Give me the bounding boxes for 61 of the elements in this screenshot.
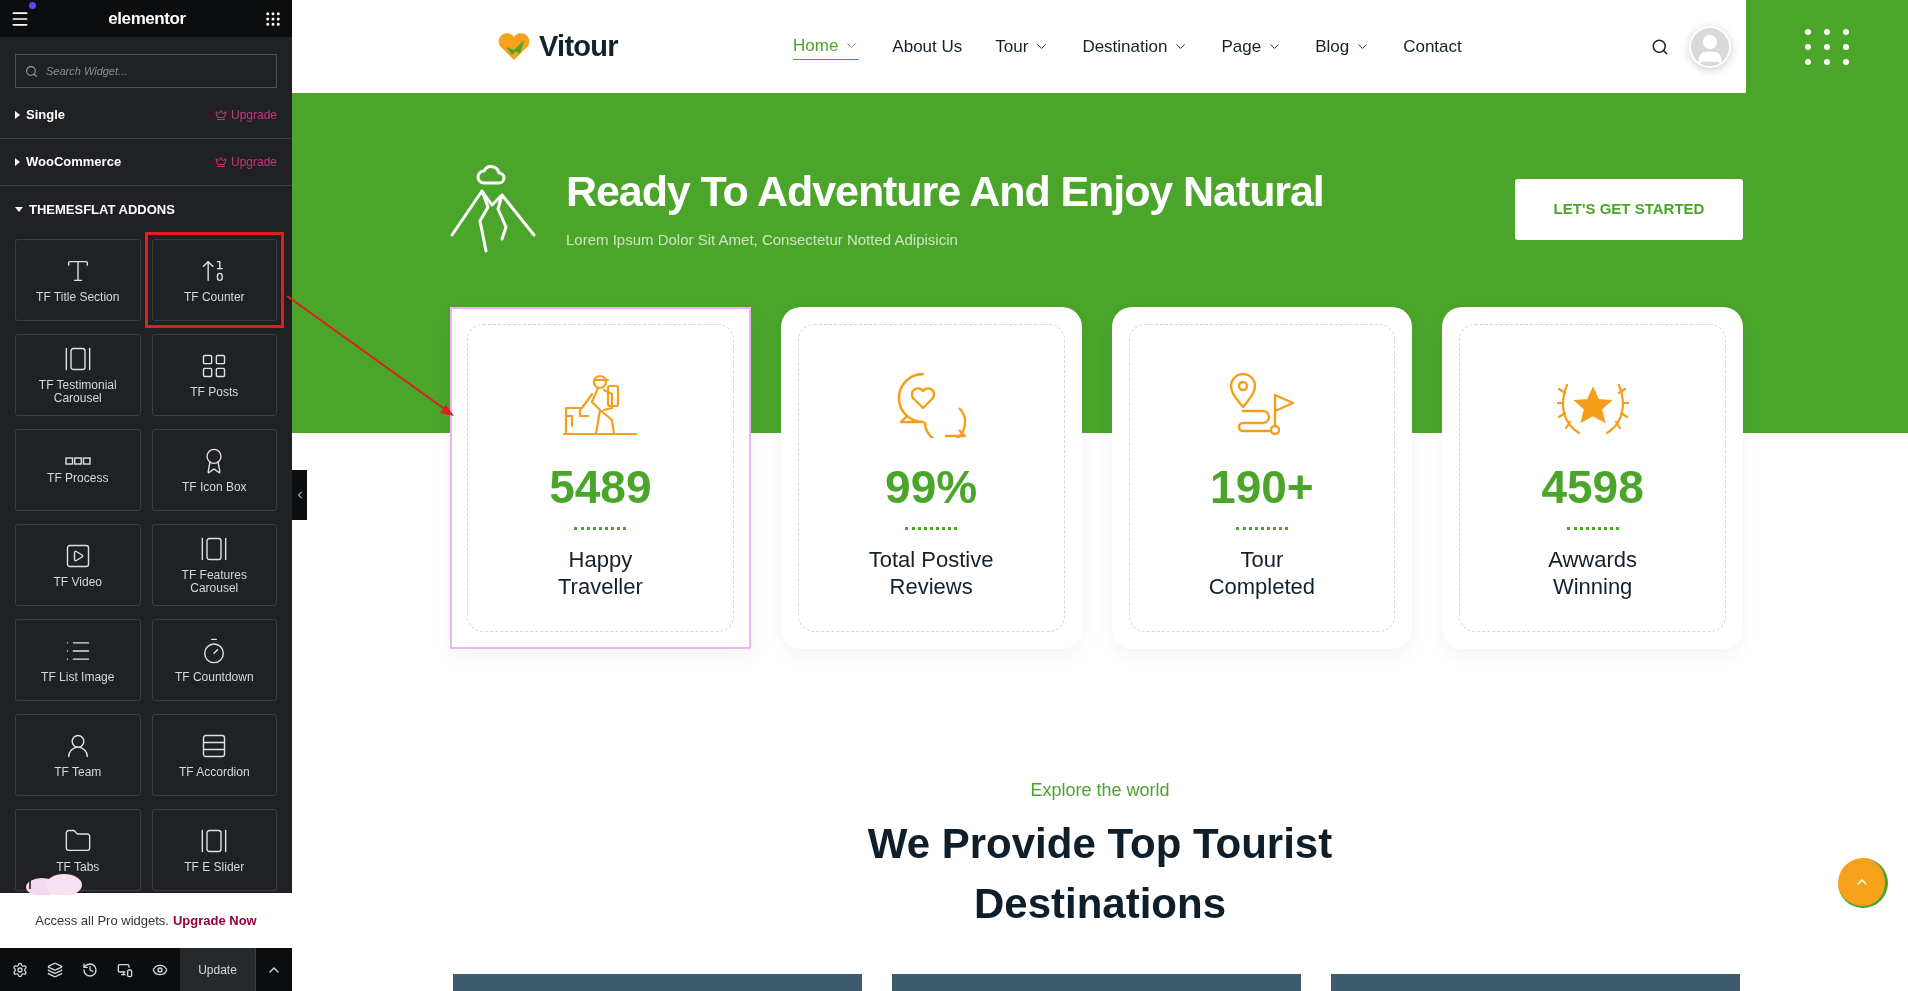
widget-tile[interactable]: TF Countdown <box>151 619 277 701</box>
widget-tile[interactable]: TF List Image <box>15 619 141 701</box>
hiker-icon <box>562 372 639 436</box>
three-boxes-icon <box>64 455 91 466</box>
promo-text: Access all Pro widgets. <box>35 911 169 930</box>
apps-grid-icon[interactable] <box>264 9 282 28</box>
counter-value: 4598 <box>1541 461 1644 513</box>
counter-label: Awwards Winning <box>1547 546 1639 600</box>
counter-value: 190+ <box>1210 461 1314 513</box>
widget-tile[interactable]: TF Icon Box <box>151 429 277 511</box>
widget-tile[interactable]: TF Counter <box>151 239 277 321</box>
widget-tile[interactable]: TF Testimonial Carousel <box>15 334 141 416</box>
nav-link[interactable]: Destination <box>1082 33 1189 60</box>
banner-subtitle: Lorem Ipsum Dolor Sit Amet, Consectetur Notted Adipisicin <box>566 229 959 250</box>
banner-title: Ready To Adventure And Enjoy Natural <box>566 166 1324 215</box>
search-icon <box>25 65 38 78</box>
category-toggle[interactable]: Single <box>15 105 65 125</box>
widget-tile[interactable]: TF Accordion <box>151 714 277 796</box>
widget-tile[interactable]: TF Process <box>15 429 141 511</box>
devices-icon[interactable] <box>117 961 133 978</box>
dotted-divider <box>1566 527 1619 530</box>
upgrade-now-link[interactable]: Upgrade Now <box>172 910 257 931</box>
widget-tile[interactable]: TF E Slider <box>151 809 277 891</box>
widget-tile[interactable]: TF Team <box>15 714 141 796</box>
nav-link[interactable]: About Us <box>892 33 963 60</box>
category-toggle[interactable]: WooCommerce <box>15 152 122 172</box>
widget-tile[interactable]: TF Features Carousel <box>151 524 277 606</box>
counter-label: Happy Traveller <box>557 546 644 600</box>
widget-tile[interactable]: TF Title Section <box>15 239 141 321</box>
crown-icon <box>214 156 227 168</box>
carousel-icon <box>63 345 92 373</box>
section-title: We Provide Top Tourist Destinations <box>866 819 1334 929</box>
dotted-divider <box>905 527 958 530</box>
search-icon[interactable] <box>1651 37 1669 56</box>
chat-heart-icon <box>895 370 968 438</box>
widget-tile[interactable]: TF Posts <box>151 334 277 416</box>
section-eyebrow: Explore the world <box>1030 779 1170 802</box>
nav-link[interactable]: Blog <box>1315 33 1371 60</box>
site-logo[interactable]: Vitour <box>539 24 618 69</box>
brand-logo: elementor <box>108 7 186 30</box>
layers-icon[interactable] <box>47 961 63 978</box>
nav-link[interactable]: Contact <box>1403 33 1462 60</box>
counter-value: 5489 <box>549 461 652 513</box>
crown-icon <box>214 109 227 121</box>
update-button[interactable]: Update <box>180 948 255 991</box>
category-toggle[interactable]: THEMESFLAT ADDONS <box>15 199 175 220</box>
counter-value: 99% <box>885 461 978 513</box>
settings-icon[interactable] <box>12 961 28 978</box>
dotted-divider <box>1235 527 1288 530</box>
heart-plane-logo-icon <box>497 32 531 61</box>
nav-link[interactable]: Tour <box>995 33 1050 60</box>
history-icon[interactable] <box>82 961 98 978</box>
nav-link[interactable]: Page <box>1221 33 1283 60</box>
widget-tile[interactable]: TF Video <box>15 524 141 606</box>
dotted-divider <box>574 527 627 530</box>
counter-label: Total Postive Reviews <box>867 546 995 600</box>
mountains-icon <box>450 165 536 253</box>
counter-label: Tour Completed <box>1207 546 1317 600</box>
carousel-icon <box>200 535 229 563</box>
search-field[interactable]: Search Widget... <box>15 54 277 88</box>
route-flag-icon <box>1228 373 1295 435</box>
